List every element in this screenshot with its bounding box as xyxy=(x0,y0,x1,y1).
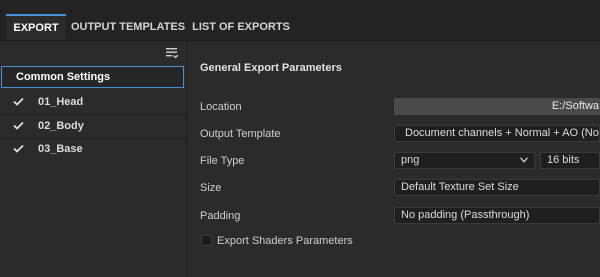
file-type-value: png xyxy=(401,154,420,166)
location-label: Location xyxy=(200,101,242,113)
texture-set-item-body[interactable]: 02_Body xyxy=(0,115,186,137)
tab-list-of-exports[interactable]: LIST OF EXPORTS xyxy=(190,14,292,40)
texture-set-item-base[interactable]: 03_Base xyxy=(0,138,186,160)
bit-depth-select[interactable]: 16 bits xyxy=(540,152,600,169)
size-select[interactable]: Default Texture Set Size xyxy=(394,179,600,196)
texture-set-label: 01_Head xyxy=(38,96,84,108)
section-title: General Export Parameters xyxy=(200,62,342,74)
file-type-label: File Type xyxy=(200,155,245,167)
texture-set-label: 02_Body xyxy=(38,120,84,132)
common-settings-item[interactable]: Common Settings xyxy=(1,66,184,88)
padding-label: Padding xyxy=(200,210,241,222)
checkmark-icon[interactable] xyxy=(13,97,24,106)
padding-select[interactable]: No padding (Passthrough) xyxy=(394,207,600,224)
export-shaders-checkbox[interactable] xyxy=(201,235,212,246)
output-template-label: Output Template xyxy=(200,128,281,140)
texture-set-item-head[interactable]: 01_Head xyxy=(0,91,186,113)
texture-set-label: 03_Base xyxy=(38,143,83,155)
tab-output-templates[interactable]: OUTPUT TEMPLATES xyxy=(68,14,188,40)
chevron-down-icon xyxy=(520,157,528,163)
file-type-select[interactable]: png xyxy=(394,152,535,169)
size-label: Size xyxy=(200,182,222,194)
checkmark-icon[interactable] xyxy=(13,144,24,153)
checkmark-icon[interactable] xyxy=(13,121,24,130)
tab-bar: EXPORT OUTPUT TEMPLATES LIST OF EXPORTS xyxy=(0,0,600,41)
tab-export[interactable]: EXPORT xyxy=(6,14,66,40)
export-shaders-label: Export Shaders Parameters xyxy=(217,235,353,247)
texture-set-panel: Common Settings 01_Head 02_Body 03_Base xyxy=(0,41,187,277)
location-field[interactable]: E:/Softwa xyxy=(394,98,600,115)
output-template-select[interactable]: Document channels + Normal + AO (No Alph xyxy=(394,125,600,142)
list-options-icon[interactable] xyxy=(165,46,179,60)
